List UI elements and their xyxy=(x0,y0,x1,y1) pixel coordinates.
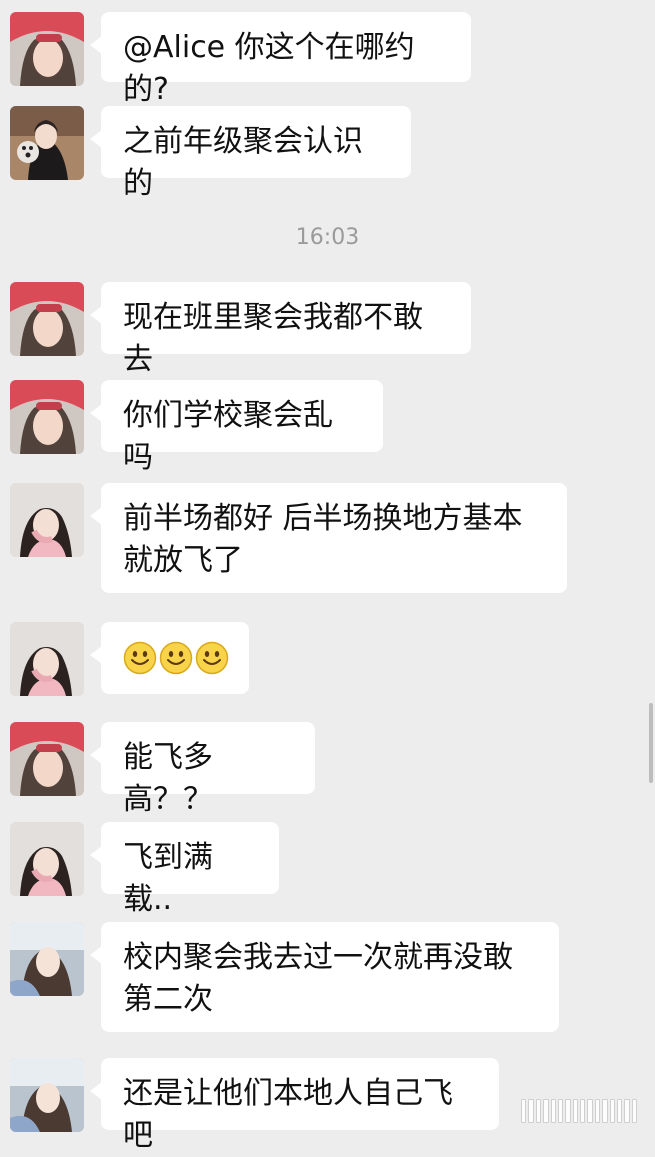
message-bubble[interactable]: 能飞多高？？ xyxy=(90,722,315,817)
avatar-girl-pink-sweater[interactable] xyxy=(10,822,84,896)
avatar-girl-in-car[interactable] xyxy=(10,1058,84,1132)
avatar-girl-pink-sweater[interactable] xyxy=(10,483,84,557)
message-bubble[interactable]: 校内聚会我去过一次就再没敢第二次 xyxy=(90,922,559,1032)
message-bubble[interactable] xyxy=(90,622,249,694)
message-bubble[interactable]: 飞到满载.. xyxy=(90,822,279,917)
message-bubble[interactable]: 前半场都好 后半场换地方基本就放飞了 xyxy=(90,483,567,593)
emoji-group xyxy=(123,637,229,679)
message-bubble[interactable]: 还是让他们本地人自己飞吧 xyxy=(90,1058,499,1153)
message-bubble[interactable]: 你们学校聚会乱吗 xyxy=(90,380,383,475)
message-text: @Alice 你这个在哪约的? xyxy=(123,30,415,107)
avatar-girl-in-car[interactable] xyxy=(10,922,84,996)
avatar-pink-beret[interactable] xyxy=(10,12,84,86)
timestamp: 16:03 xyxy=(295,225,360,250)
avatar-pink-beret[interactable] xyxy=(10,380,84,454)
message-text: 前半场都好 后半场换地方基本就放飞了 xyxy=(123,501,523,578)
scrollbar[interactable] xyxy=(649,703,653,783)
avatar-girl-with-bear[interactable] xyxy=(10,106,84,180)
message-text: 校内聚会我去过一次就再没敢第二次 xyxy=(123,940,513,1017)
message-text: 能飞多高？？ xyxy=(123,740,213,817)
smile-emoji xyxy=(159,641,193,675)
message-text: 现在班里聚会我都不敢去 xyxy=(123,300,423,377)
message-text: 你们学校聚会乱吗 xyxy=(123,398,333,475)
avatar-pink-beret[interactable] xyxy=(10,722,84,796)
message-bubble[interactable]: 之前年级聚会认识的 xyxy=(90,106,411,201)
avatar-girl-pink-sweater[interactable] xyxy=(10,622,84,696)
message-text: 还是让他们本地人自己飞吧 xyxy=(123,1076,453,1153)
message-text: 之前年级聚会认识的 xyxy=(123,124,363,201)
message-bubble[interactable]: @Alice 你这个在哪约的? xyxy=(90,12,471,107)
message-bubble[interactable]: 现在班里聚会我都不敢去 xyxy=(90,282,471,377)
smile-emoji xyxy=(123,641,157,675)
chat-window: @Alice 你这个在哪约的? 之前年级聚会认识的 16:03 现在班里聚会我都… xyxy=(0,0,655,1153)
avatar-pink-beret[interactable] xyxy=(10,282,84,356)
message-text: 飞到满载.. xyxy=(123,840,213,917)
smile-emoji xyxy=(195,641,229,675)
watermark-logo xyxy=(521,1099,637,1123)
